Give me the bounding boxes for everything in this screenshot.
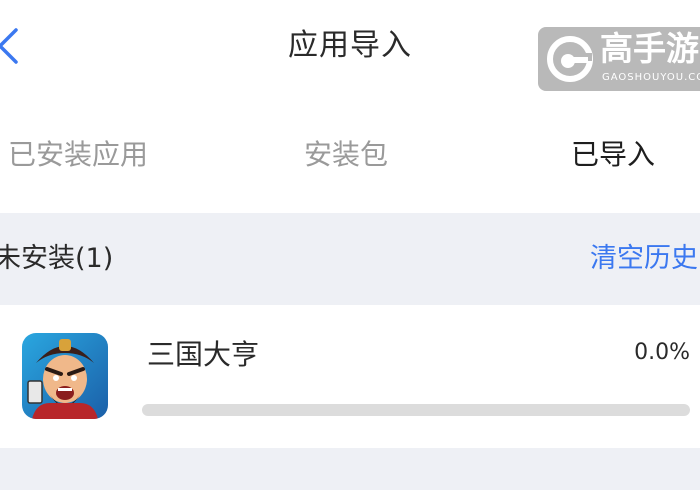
watermark-domain: GAOSHOUYOU.COM [602, 72, 700, 83]
watermark-brand: 高手游 [600, 29, 699, 68]
app-icon [22, 333, 108, 419]
progress-bar [142, 404, 690, 416]
tab-bar: 已安装应用 安装包 已导入 [0, 130, 700, 180]
tab-installed-apps[interactable]: 已安装应用 [8, 130, 148, 180]
app-row[interactable]: 三国大亨 0.0% [0, 305, 700, 448]
clear-history-button[interactable]: 清空历史 [590, 213, 698, 305]
bottom-section [0, 448, 700, 490]
section-title: 未安装(1) [0, 243, 114, 274]
header: 应用导入 高手游 GAOSHOUYOU.COM [0, 0, 700, 95]
tab-imported[interactable]: 已导入 [571, 130, 655, 180]
tab-packages[interactable]: 安装包 [304, 130, 388, 180]
progress-percent: 0.0% [634, 340, 690, 365]
app-name: 三国大亨 [147, 338, 260, 371]
watermark: 高手游 GAOSHOUYOU.COM [538, 27, 700, 91]
section-header: 未安装(1) 清空历史 [0, 213, 700, 305]
gaoshouyou-logo-icon [547, 36, 593, 82]
